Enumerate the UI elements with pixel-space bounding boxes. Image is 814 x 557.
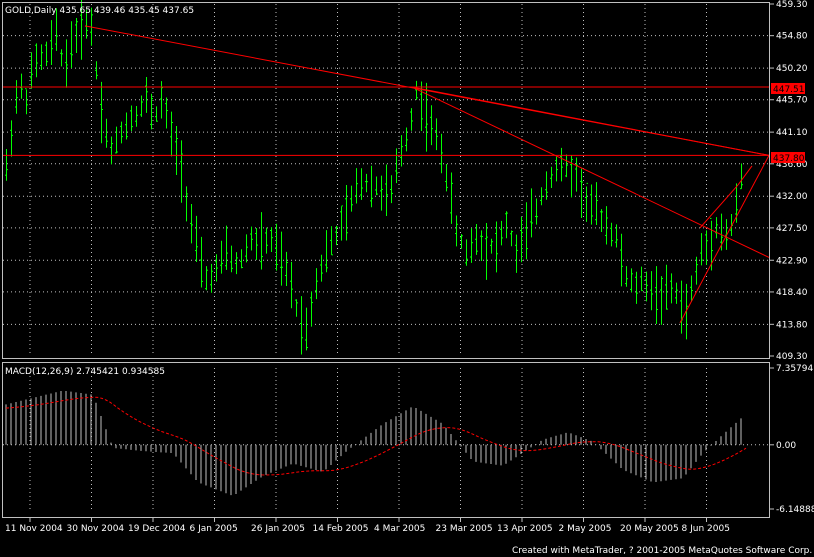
macd-tick-label: 0.00 bbox=[776, 441, 796, 451]
price-tick-label: 413.80 bbox=[776, 320, 808, 330]
price-tick-label: 432.00 bbox=[776, 192, 808, 202]
date-tick-label: 4 Mar 2005 bbox=[374, 524, 425, 534]
price-tick-label: 450.20 bbox=[776, 64, 808, 74]
date-tick-label: 8 Jun 2005 bbox=[682, 524, 730, 534]
chart-header: GOLD,Daily 435.65 439.46 435.45 437.65 bbox=[5, 6, 194, 16]
price-tick-label: 459.30 bbox=[776, 0, 808, 10]
date-tick-label: 6 Jan 2005 bbox=[190, 524, 238, 534]
footer-credit: Created with MetaTrader, ? 2001-2005 Met… bbox=[512, 546, 812, 556]
date-tick-label: 30 Nov 2004 bbox=[67, 524, 125, 534]
level-tag-lower-label: 437.80 bbox=[773, 154, 805, 164]
date-tick-label: 19 Dec 2004 bbox=[128, 524, 186, 534]
date-tick-label: 20 May 2005 bbox=[620, 524, 679, 534]
price-tick-label: 422.90 bbox=[776, 256, 808, 266]
date-tick-label: 26 Jan 2005 bbox=[251, 524, 305, 534]
price-tick-label: 445.70 bbox=[776, 96, 808, 106]
price-tick-label: 409.30 bbox=[776, 352, 808, 362]
date-tick-label: 23 Mar 2005 bbox=[436, 524, 493, 534]
date-tick-label: 14 Feb 2005 bbox=[313, 524, 369, 534]
macd-tick-label: -6.14888 bbox=[776, 505, 814, 515]
date-tick-label: 2 May 2005 bbox=[559, 524, 612, 534]
level-tag-upper-label: 447.51 bbox=[773, 85, 805, 95]
price-tick-label: 454.80 bbox=[776, 32, 808, 42]
price-tick-label: 418.40 bbox=[776, 288, 808, 298]
macd-header: MACD(12,26,9) 2.745421 0.934585 bbox=[5, 367, 165, 377]
price-tick-label: 441.10 bbox=[776, 128, 808, 138]
date-tick-label: 13 Apr 2005 bbox=[497, 524, 553, 534]
metatrader-chart: GOLD,Daily 435.65 439.46 435.45 437.65 M… bbox=[0, 0, 814, 557]
price-tick-label: 427.50 bbox=[776, 224, 808, 234]
macd-tick-label: 7.35794 bbox=[776, 364, 813, 374]
date-tick-label: 11 Nov 2004 bbox=[5, 524, 63, 534]
